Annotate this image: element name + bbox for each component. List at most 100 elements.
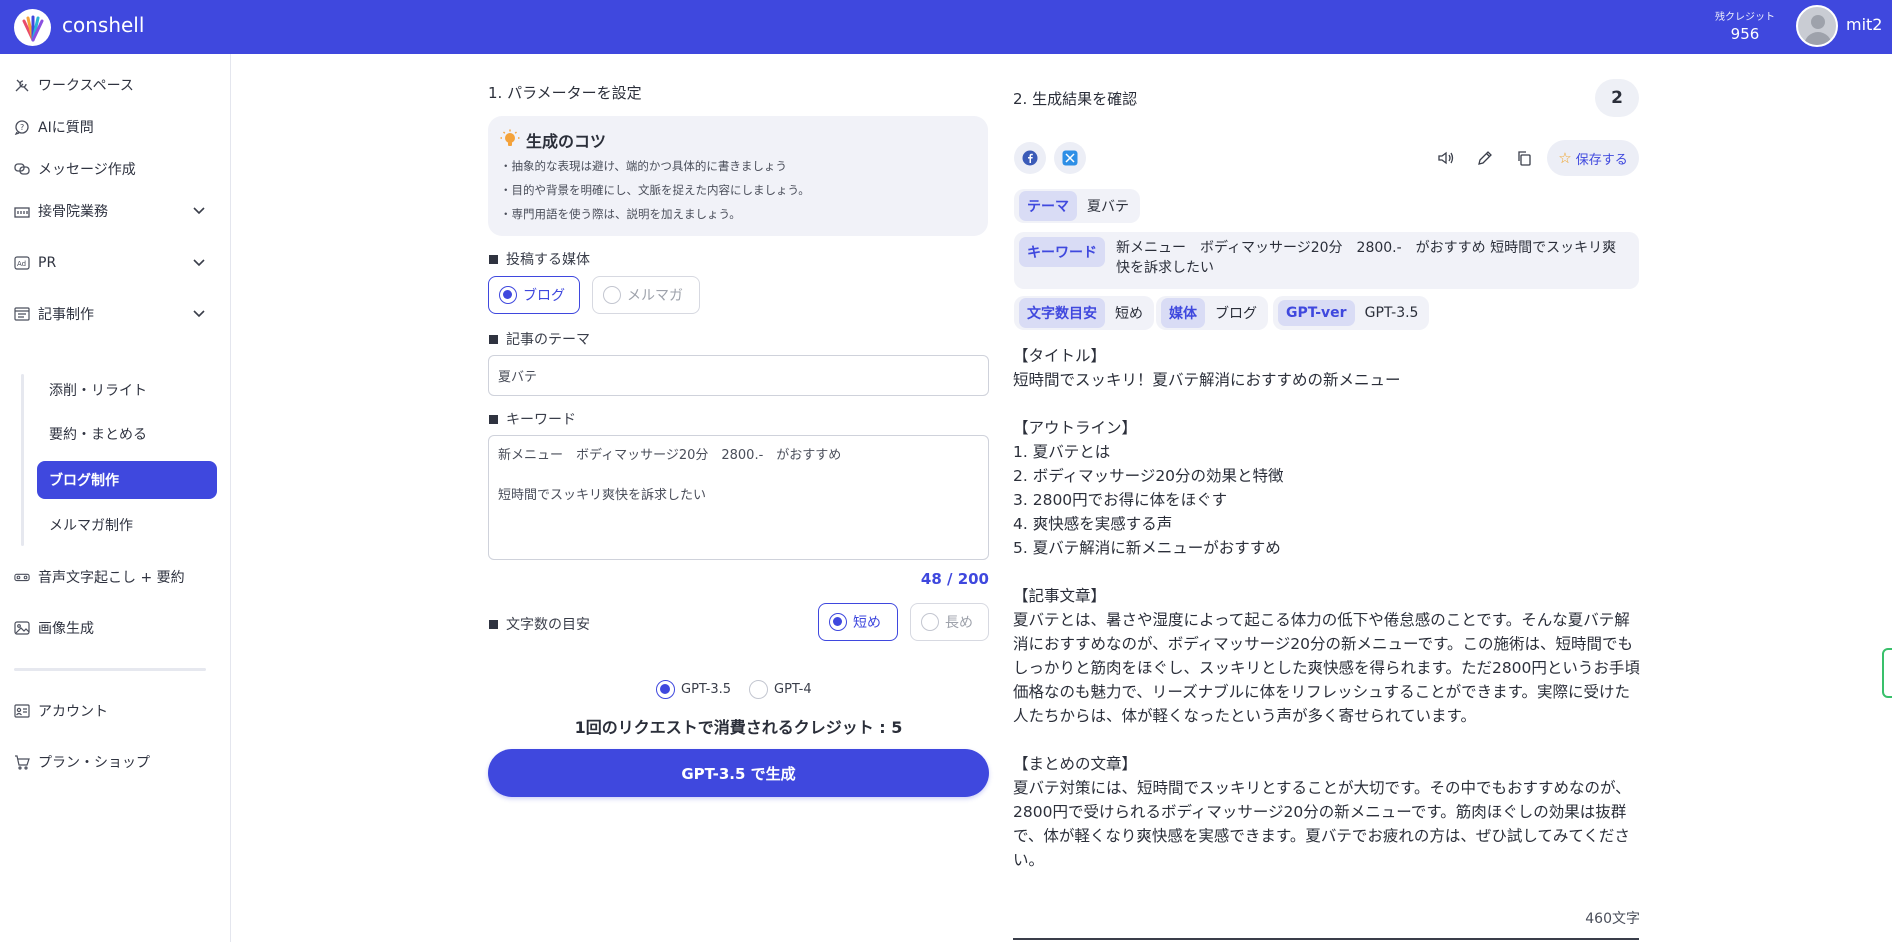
sidebar-item-pr[interactable]: Ad PR <box>14 248 214 278</box>
sidebar-item-image[interactable]: 画像生成 <box>14 613 214 643</box>
x-icon <box>1062 150 1078 166</box>
length-option-label: 短め <box>853 615 881 631</box>
save-button[interactable]: ☆ 保存する <box>1547 140 1639 176</box>
keyword-label: キーワード <box>489 409 576 429</box>
sidebar-item-transcribe[interactable]: 音声文字起こし + 要約 <box>14 562 214 592</box>
id-card-icon <box>14 703 30 719</box>
speaker-button[interactable] <box>1436 148 1456 168</box>
facebook-icon <box>1022 150 1038 166</box>
radio-selected-icon <box>656 680 675 699</box>
chip-tag: キーワード <box>1019 237 1105 267</box>
copy-button[interactable] <box>1514 148 1534 168</box>
keyword-counter: 48 / 200 <box>920 570 989 588</box>
avatar-head <box>1811 15 1825 29</box>
theme-chip: テーマ 夏バテ <box>1014 189 1140 223</box>
gpt-option-4[interactable]: GPT-4 <box>749 680 812 699</box>
sidebar-subitem-summary[interactable]: 要約・まとめる <box>37 415 217 453</box>
theme-input[interactable]: 夏バテ <box>488 355 989 396</box>
star-icon: ☆ <box>1558 149 1572 167</box>
sidebar-item-label: 接骨院業務 <box>38 204 108 220</box>
chip-value: GPT-3.5 <box>1364 305 1419 321</box>
media-label: 投稿する媒体 <box>489 249 590 269</box>
chip-value: ブログ <box>1215 306 1257 322</box>
sidebar-item-message[interactable]: メッセージ作成 <box>14 154 214 184</box>
chat-bubbles-icon <box>14 161 30 177</box>
sidebar-subitem-blog[interactable]: ブログ制作 <box>37 461 217 499</box>
length-option-long[interactable]: 長め <box>910 603 989 641</box>
x-share-button[interactable] <box>1054 142 1086 174</box>
chat-question-icon: ? <box>14 119 30 135</box>
svg-text:Ad: Ad <box>17 260 26 268</box>
sidebar-item-workspace[interactable]: ワークスペース <box>14 70 214 100</box>
chevron-down-icon[interactable] <box>192 203 206 217</box>
sidebar-item-label: 記事制作 <box>38 307 94 323</box>
brand-name[interactable]: conshell <box>62 13 144 37</box>
sidebar-item-ai-question[interactable]: ? AIに質問 <box>14 112 214 142</box>
sidebar-item-label: ワークスペース <box>38 78 134 94</box>
media-option-label: メルマガ <box>627 288 683 304</box>
username[interactable]: mit2 <box>1846 15 1882 34</box>
chevron-down-icon[interactable] <box>192 255 206 269</box>
speaker-icon <box>1438 151 1454 165</box>
building-icon <box>14 203 30 219</box>
length-chip: 文字数目安 短め <box>1014 296 1154 330</box>
chip-value: 新メニュー ボディマッサージ20分 2800.- がおすすめ 短時間でスッキリ爽… <box>1116 240 1617 276</box>
label-square-icon <box>489 619 498 629</box>
chip-tag: 媒体 <box>1161 298 1205 328</box>
ad-icon: Ad <box>14 255 30 271</box>
copy-icon <box>1518 151 1531 166</box>
radio-selected-icon <box>499 286 517 304</box>
edit-button[interactable] <box>1475 148 1495 168</box>
chip-value: 夏バテ <box>1087 199 1129 215</box>
top-bar: conshell 残クレジット 956 mit2 <box>0 0 1892 54</box>
chevron-down-icon[interactable] <box>192 306 206 320</box>
gpt-option-35[interactable]: GPT-3.5 <box>656 680 731 699</box>
result-divider <box>1013 938 1639 940</box>
length-label-text: 文字数の目安 <box>506 617 590 633</box>
chip-tag: テーマ <box>1019 191 1077 221</box>
sidebar-subitem-newsletter[interactable]: メルマガ制作 <box>37 506 217 544</box>
article-icon <box>14 306 30 322</box>
keyword-textarea[interactable]: 新メニュー ボディマッサージ20分 2800.- がおすすめ 短時間でスッキリ爽… <box>488 435 989 560</box>
generate-button[interactable]: GPT-3.5 で生成 <box>488 749 989 797</box>
sidebar-item-plan-shop[interactable]: プラン・ショップ <box>14 747 214 777</box>
sidebar-item-account[interactable]: アカウント <box>14 696 214 726</box>
sidebar-item-label: メッセージ作成 <box>38 162 136 178</box>
tip-item: ・抽象的な表現は避け、端的かつ具体的に書きましょう <box>500 159 787 173</box>
radio-unselected-icon <box>603 286 621 304</box>
gpt-option-label: GPT-4 <box>774 682 812 697</box>
side-feedback-tab[interactable] <box>1882 648 1892 698</box>
length-option-short[interactable]: 短め <box>818 603 898 641</box>
media-label-text: 投稿する媒体 <box>506 252 590 268</box>
result-title: 2. 生成結果を確認 <box>1013 90 1138 108</box>
keyword-label-text: キーワード <box>506 412 576 428</box>
length-label: 文字数の目安 <box>489 614 590 634</box>
gpt-chip: GPT-ver GPT-3.5 <box>1273 296 1430 330</box>
sidebar-item-article[interactable]: 記事制作 <box>14 299 214 329</box>
audio-icon <box>14 569 30 585</box>
sidebar-item-clinic[interactable]: 接骨院業務 <box>14 196 214 226</box>
tips-title: 生成のコツ <box>526 132 607 151</box>
avatar[interactable] <box>1796 5 1838 47</box>
conshell-logo-icon[interactable] <box>14 9 51 46</box>
cart-icon <box>14 754 30 770</box>
result-count-badge: 2 <box>1595 79 1639 117</box>
sidebar-item-label: AIに質問 <box>38 120 94 136</box>
length-option-label: 長め <box>945 615 973 631</box>
media-option-newsletter[interactable]: メルマガ <box>592 276 700 314</box>
svg-text:?: ? <box>20 123 24 132</box>
label-square-icon <box>489 334 498 344</box>
label-square-icon <box>489 254 498 264</box>
sidebar-subitem-rewrite[interactable]: 添削・リライト <box>37 371 217 409</box>
theme-label: 記事のテーマ <box>489 329 590 349</box>
sidebar-item-label: PR <box>38 255 57 271</box>
tips-box: 生成のコツ ・抽象的な表現は避け、端的かつ具体的に書きましょう ・目的や背景を明… <box>488 116 988 236</box>
radio-unselected-icon <box>749 680 768 699</box>
media-option-blog[interactable]: ブログ <box>488 276 580 314</box>
media-chip: 媒体 ブログ <box>1156 296 1268 330</box>
pencil-icon <box>1478 151 1492 165</box>
facebook-share-button[interactable] <box>1014 142 1046 174</box>
chip-tag: GPT-ver <box>1278 300 1355 326</box>
credits-display: 残クレジット 956 <box>1712 8 1778 43</box>
avatar-body <box>1804 32 1832 45</box>
